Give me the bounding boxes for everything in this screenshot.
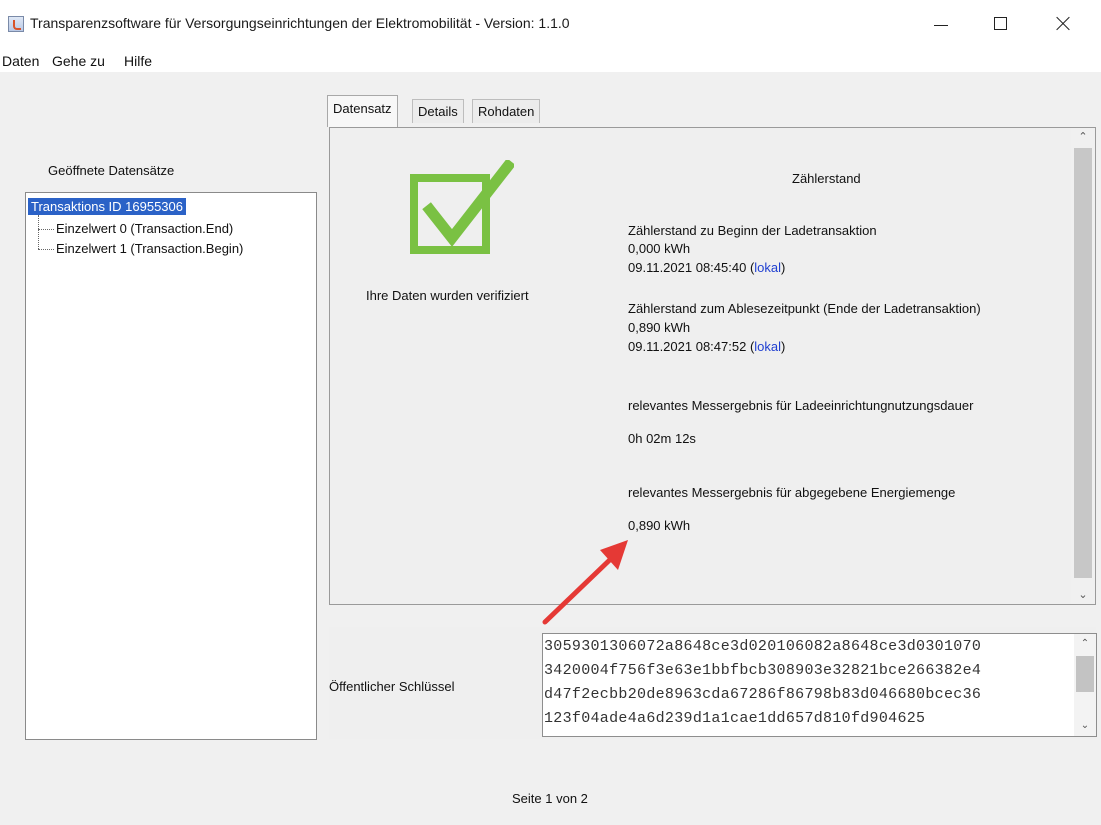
dataset-panel: Ihre Daten wurden verifiziert Zählerstan… — [329, 127, 1096, 605]
dataset-tree: Transaktions ID 16955306 Einzelwert 0 (T… — [25, 192, 317, 740]
verification-status: Ihre Daten wurden verifiziert — [366, 288, 529, 303]
opened-datasets-label: Geöffnete Datensätze — [48, 163, 175, 178]
tab-rohdaten[interactable]: Rohdaten — [472, 99, 541, 123]
title-bar: Transparenzsoftware für Versorgungseinri… — [0, 0, 1101, 48]
public-key-scrollbar[interactable]: ⌃ ⌄ — [1074, 634, 1096, 736]
tree-item-value-1[interactable]: Einzelwert 1 (Transaction.Begin) — [56, 241, 243, 256]
tree-connector — [38, 215, 39, 249]
meter-begin-time: 09.11.2021 08:45:40 (lokal) — [628, 260, 786, 275]
lokal-link[interactable]: lokal — [754, 339, 781, 354]
lokal-link[interactable]: lokal — [754, 260, 781, 275]
meter-end-timestamp: 09.11.2021 08:47:52 — [628, 339, 747, 354]
java-app-icon — [8, 16, 24, 32]
public-key-line: 3420004f756f3e63e1bbfbcb308903e32821bce2… — [544, 662, 982, 679]
menu-daten[interactable]: Daten — [2, 53, 39, 69]
scrollbar-thumb[interactable] — [1076, 656, 1094, 692]
duration-label: relevantes Messergebnis für Ladeeinricht… — [628, 398, 974, 413]
energy-label: relevantes Messergebnis für abgegebene E… — [628, 485, 956, 500]
tab-datensatz[interactable]: Datensatz — [327, 95, 398, 127]
red-arrow-annotation — [542, 540, 628, 625]
meter-end-time: 09.11.2021 08:47:52 (lokal) — [628, 339, 786, 354]
tree-connector — [38, 229, 54, 230]
vertical-scrollbar[interactable]: ⌃ ⌄ — [1071, 128, 1095, 604]
duration-value: 0h 02m 12s — [628, 431, 696, 446]
maximize-button[interactable] — [978, 0, 1024, 48]
tree-item-transaction[interactable]: Transaktions ID 16955306 — [28, 198, 187, 215]
window-title: Transparenzsoftware für Versorgungseinri… — [30, 15, 570, 31]
public-key-line: 3059301306072a8648ce3d020106082a8648ce3d… — [544, 638, 982, 655]
meter-end-value: 0,890 kWh — [628, 320, 691, 335]
minimize-button[interactable] — [918, 0, 964, 48]
public-key-label: Öffentlicher Schlüssel — [329, 679, 455, 694]
energy-value: 0,890 kWh — [628, 518, 691, 533]
public-key-line: 123f04ade4a6d239d1a1cae1dd657d810fd90462… — [544, 710, 926, 727]
meter-title: Zählerstand — [792, 171, 861, 186]
tree-item-value-0[interactable]: Einzelwert 0 (Transaction.End) — [56, 221, 233, 236]
menu-gehe-zu[interactable]: Gehe zu — [52, 53, 105, 69]
menu-bar: Daten Gehe zu Hilfe — [0, 48, 1101, 72]
tree-connector — [38, 249, 54, 250]
scroll-up-icon[interactable]: ⌃ — [1071, 128, 1095, 146]
menu-hilfe[interactable]: Hilfe — [124, 53, 152, 69]
meter-begin-timestamp: 09.11.2021 08:45:40 — [628, 260, 747, 275]
meter-end-label: Zählerstand zum Ablesezeitpunkt (Ende de… — [628, 301, 981, 316]
public-key-section: Öffentlicher Schlüssel 3059301306072a864… — [329, 627, 1097, 739]
tab-details[interactable]: Details — [412, 99, 464, 123]
scroll-up-icon[interactable]: ⌃ — [1074, 636, 1096, 652]
public-key-line: d47f2ecbb20de8963cda67286f86798b83d04668… — [544, 686, 982, 703]
scrollbar-thumb[interactable] — [1074, 148, 1092, 578]
meter-begin-value: 0,000 kWh — [628, 241, 691, 256]
public-key-textarea[interactable]: 3059301306072a8648ce3d020106082a8648ce3d… — [542, 633, 1097, 737]
close-button[interactable] — [1040, 0, 1086, 48]
meter-begin-label: Zählerstand zu Beginn der Ladetransaktio… — [628, 223, 877, 238]
check-icon — [410, 160, 514, 254]
scroll-down-icon[interactable]: ⌄ — [1074, 718, 1096, 734]
page-indicator: Seite 1 von 2 — [512, 791, 588, 806]
scroll-down-icon[interactable]: ⌄ — [1071, 586, 1095, 604]
